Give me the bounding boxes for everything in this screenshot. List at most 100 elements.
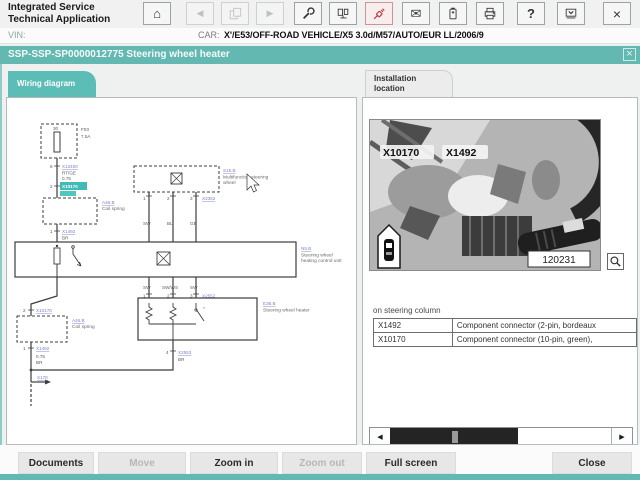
svg-text:2: 2 bbox=[23, 308, 26, 313]
svg-text:2: 2 bbox=[167, 196, 170, 201]
svg-text:SW: SW bbox=[190, 285, 198, 290]
svg-text:X170[interactable]: X170 bbox=[37, 375, 48, 380]
app-title: Integrated Service Technical Application bbox=[8, 2, 110, 26]
photo-zoom-button[interactable] bbox=[607, 253, 624, 270]
zoom-in-button[interactable]: Zoom in bbox=[190, 452, 278, 474]
coil-spring-box-upper: A46.B Coil spring bbox=[43, 198, 125, 224]
wiring-diagram-svg: 30 F03 7.5A 6 X13400 RT/GE 0.75 X10170 2… bbox=[7, 98, 356, 444]
document-close-icon: × bbox=[626, 48, 632, 60]
horizontal-scrollbar[interactable]: ◀ ▶ bbox=[369, 427, 633, 445]
scrollbar-grip bbox=[452, 431, 458, 443]
home-button[interactable]: ⌂ bbox=[143, 2, 171, 25]
svg-text:X10170[interactable]: X10170 bbox=[36, 308, 52, 313]
left-edge-strip bbox=[0, 64, 2, 480]
search-highlight[interactable]: X10170 bbox=[60, 182, 87, 196]
photo-label-x1492: X1492 bbox=[446, 147, 477, 159]
copy-document-button[interactable] bbox=[221, 2, 249, 25]
documents-button[interactable]: Documents bbox=[18, 452, 94, 474]
close-icon: × bbox=[613, 6, 621, 22]
bottom-teal-strip bbox=[0, 474, 640, 480]
document-title: SSP-SSP-SP0000012775 Steering wheel heat… bbox=[8, 49, 230, 60]
svg-text:GE: GE bbox=[190, 221, 197, 226]
back-button[interactable]: ◀ bbox=[186, 2, 214, 25]
connection-manager-button[interactable] bbox=[329, 2, 357, 25]
control-unit-box: N5.B Steering wheel heating control unit bbox=[15, 242, 342, 277]
tab-installation-location[interactable]: Installation location bbox=[365, 70, 453, 97]
scroll-left-button[interactable]: ◀ bbox=[370, 428, 391, 445]
svg-text:Coil spring: Coil spring bbox=[72, 324, 95, 330]
svg-text:0.75: 0.75 bbox=[36, 354, 45, 359]
scroll-left-icon: ◀ bbox=[377, 433, 382, 441]
battery-status-button[interactable] bbox=[439, 2, 467, 25]
frame-number: 120231 bbox=[542, 255, 576, 266]
close-button[interactable]: Close bbox=[552, 452, 632, 474]
wiring-diagram-panel[interactable]: 30 F03 7.5A 6 X13400 RT/GE 0.75 X10170 2… bbox=[6, 97, 357, 445]
tab-wiring-diagram[interactable]: Wiring diagram bbox=[8, 71, 96, 97]
svg-text:6: 6 bbox=[50, 164, 53, 169]
svg-text:E36.B[interactable]: E36.B bbox=[263, 301, 276, 306]
svg-text:*: * bbox=[203, 306, 205, 311]
help-button[interactable]: ? bbox=[517, 2, 545, 25]
car-label: CAR: bbox=[198, 30, 220, 40]
svg-text:Steering wheel heater: Steering wheel heater bbox=[263, 308, 310, 314]
svg-text:Steering wheel: Steering wheel bbox=[301, 253, 333, 259]
tab-installation-label-line1: Installation bbox=[374, 74, 452, 84]
connector-link[interactable]: X13400 bbox=[62, 164, 78, 169]
connector-desc-cell: Component connector (10-pin, green), bbox=[452, 333, 636, 347]
print-button[interactable] bbox=[476, 2, 504, 25]
svg-text:S15.B[interactable]: S15.B bbox=[223, 168, 236, 173]
svg-text:7.5A: 7.5A bbox=[81, 134, 91, 139]
svg-text:N5.B[interactable]: N5.B bbox=[301, 246, 311, 251]
vehicle-bar: VIN: CAR: X'/E53/OFF-ROAD VEHICLE/X5 3.0… bbox=[0, 28, 640, 44]
monitor-hide-icon bbox=[564, 7, 578, 21]
scroll-right-icon: ▶ bbox=[619, 433, 624, 441]
svg-text:X2352[interactable]: X2352 bbox=[202, 196, 216, 201]
svg-text:1: 1 bbox=[50, 229, 53, 234]
svg-text:BR: BR bbox=[62, 236, 69, 241]
svg-text:RT/GE: RT/GE bbox=[62, 171, 76, 176]
svg-text:heating control unit: heating control unit bbox=[301, 258, 342, 264]
app-title-line2: Technical Application bbox=[8, 14, 110, 26]
svg-text:0.75: 0.75 bbox=[62, 176, 71, 181]
scroll-right-button[interactable]: ▶ bbox=[611, 428, 632, 445]
svg-text:A46.B[interactable]: A46.B bbox=[102, 200, 115, 205]
installation-location-panel: X10170 X1492 120231 on steering bbox=[362, 97, 638, 445]
vin-label: VIN: bbox=[8, 30, 26, 40]
tab-installation-label-line2: location bbox=[374, 84, 452, 94]
tab-wiring-diagram-label: Wiring diagram bbox=[17, 79, 75, 88]
svg-text:A46.B[interactable]: A46.B bbox=[72, 318, 85, 323]
forward-button[interactable]: ▶ bbox=[256, 2, 284, 25]
printer-icon bbox=[483, 7, 497, 21]
installation-photo-art: X10170 X1492 120231 bbox=[370, 120, 600, 270]
svg-text:Multifunction steering: Multifunction steering bbox=[223, 175, 269, 181]
messages-button[interactable]: ✉ bbox=[402, 2, 430, 25]
svg-text:4: 4 bbox=[166, 350, 169, 355]
exit-button[interactable]: × bbox=[603, 2, 631, 25]
ista-window: Integrated Service Technical Application… bbox=[0, 0, 640, 480]
table-caption: on steering column bbox=[373, 306, 441, 315]
devices-icon bbox=[336, 7, 350, 21]
fuse-box: 30 F03 7.5A bbox=[41, 124, 91, 158]
svg-text:X10170: X10170 bbox=[62, 184, 78, 189]
full-screen-button[interactable]: Full screen bbox=[366, 452, 456, 474]
vehicle-connection-button[interactable] bbox=[365, 2, 393, 25]
document-close-button[interactable]: × bbox=[623, 48, 636, 61]
svg-text:X1492[interactable]: X1492 bbox=[36, 346, 50, 351]
zoom-out-button[interactable]: Zoom out bbox=[282, 452, 362, 474]
svg-text:SW/WS: SW/WS bbox=[162, 285, 178, 290]
minimize-ui-button[interactable] bbox=[557, 2, 585, 25]
photo-label-x10170: X10170 bbox=[383, 147, 419, 159]
svg-text:wheel: wheel bbox=[223, 180, 236, 186]
svg-text:X2553[interactable]: X2553 bbox=[178, 350, 192, 355]
steering-wheel-heater-box: * E36.B Steering wheel heater bbox=[138, 298, 310, 340]
svg-text:1: 1 bbox=[23, 346, 26, 351]
svg-text:X1492[interactable]: X1492 bbox=[62, 229, 76, 234]
home-icon: ⌂ bbox=[153, 6, 161, 21]
svg-text:BR: BR bbox=[36, 360, 43, 365]
frame-number-box: 120231 bbox=[528, 251, 590, 267]
move-button[interactable]: Move bbox=[98, 452, 186, 474]
service-functions-button[interactable] bbox=[294, 2, 322, 25]
svg-text:30: 30 bbox=[53, 126, 59, 131]
svg-text:2: 2 bbox=[50, 184, 53, 189]
scrollbar-thumb[interactable] bbox=[390, 428, 518, 445]
